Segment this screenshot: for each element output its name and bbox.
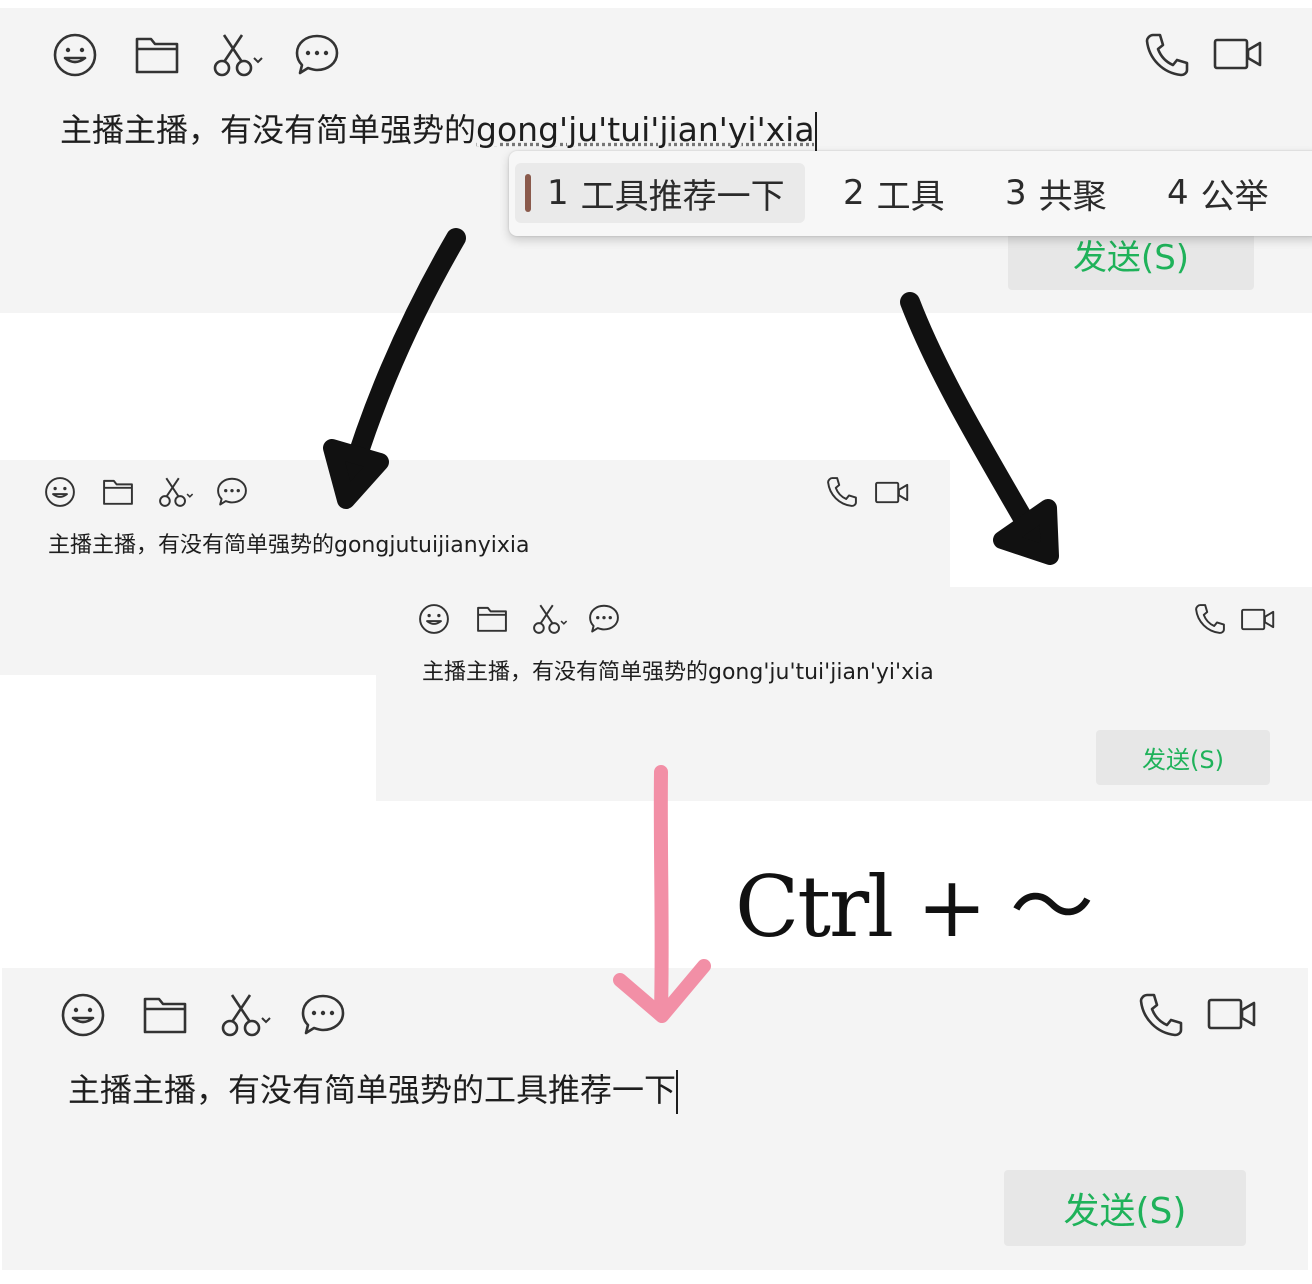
video-icon[interactable] — [874, 480, 910, 505]
folder-icon[interactable] — [476, 604, 508, 634]
scissors-icon[interactable] — [212, 32, 264, 78]
emoji-icon[interactable] — [418, 603, 450, 635]
candidate-number: 4 — [1167, 173, 1189, 213]
candidate-text: 工具推荐一下 — [580, 176, 785, 217]
candidate-4[interactable]: 4 公举 — [1167, 163, 1269, 223]
chat-input-panel-right: 主播主播，有没有简单强势的gong'ju'tui'jian'yi'xia 发送(… — [376, 587, 1312, 801]
chat-bubble-icon[interactable] — [300, 992, 346, 1038]
message-input[interactable]: 主播主播，有没有简单强势的工具推荐一下 — [68, 1068, 679, 1114]
scissors-icon[interactable] — [532, 603, 568, 635]
chat-input-panel-bottom: 主播主播，有没有简单强势的工具推荐一下 发送(S) — [2, 968, 1308, 1270]
folder-icon[interactable] — [142, 994, 188, 1036]
composing-pinyin: gong'ju'tui'jian'yi'xia — [476, 110, 815, 149]
candidate-1[interactable]: 1 工具推荐一下 — [515, 163, 805, 223]
selected-candidate-marker — [525, 174, 531, 212]
shortcut-label: Ctrl + ～ — [735, 858, 1094, 956]
send-button[interactable]: 发送(S) — [1004, 1170, 1246, 1246]
video-icon[interactable] — [1240, 607, 1276, 632]
phone-icon[interactable] — [1194, 603, 1226, 635]
phone-icon[interactable] — [826, 476, 858, 508]
emoji-icon[interactable] — [44, 476, 76, 508]
phone-icon[interactable] — [1138, 992, 1184, 1038]
video-icon[interactable] — [1212, 36, 1264, 72]
phone-icon[interactable] — [1144, 32, 1190, 78]
folder-icon[interactable] — [102, 477, 134, 507]
chat-bubble-icon[interactable] — [294, 32, 340, 78]
message-input[interactable]: 主播主播，有没有简单强势的gong'ju'tui'jian'yi'xia — [422, 657, 934, 689]
chat-bubble-icon[interactable] — [216, 476, 248, 508]
emoji-icon[interactable] — [60, 992, 106, 1038]
candidate-text: 共聚 — [1038, 176, 1107, 217]
message-input[interactable]: 主播主播，有没有简单强势的gong'ju'tui'jian'yi'xia — [60, 108, 817, 152]
candidate-2[interactable]: 2 工具 — [843, 163, 945, 223]
text-caret — [676, 1070, 679, 1114]
converted-text: 主播主播，有没有简单强势的工具推荐一下 — [68, 1071, 677, 1109]
ime-candidate-popup: 1 工具推荐一下 2 工具 3 共聚 4 公举 — [509, 151, 1312, 236]
text-caret — [814, 112, 817, 152]
folder-icon[interactable] — [134, 34, 180, 76]
video-icon[interactable] — [1206, 996, 1258, 1032]
candidate-number: 2 — [843, 173, 865, 213]
candidate-text: 工具 — [876, 176, 945, 217]
send-button[interactable]: 发送(S) — [1096, 730, 1270, 785]
candidate-text: 公举 — [1200, 176, 1269, 217]
scissors-icon[interactable] — [220, 992, 272, 1038]
candidate-number: 1 — [547, 173, 569, 213]
message-input[interactable]: 主播主播，有没有简单强势的gongjutuijianyixia — [48, 530, 529, 562]
candidate-number: 3 — [1005, 173, 1027, 213]
committed-text: 主播主播，有没有简单强势的 — [60, 111, 477, 149]
chat-bubble-icon[interactable] — [588, 603, 620, 635]
scissors-icon[interactable] — [158, 476, 194, 508]
emoji-icon[interactable] — [52, 32, 98, 78]
candidate-3[interactable]: 3 共聚 — [1005, 163, 1107, 223]
